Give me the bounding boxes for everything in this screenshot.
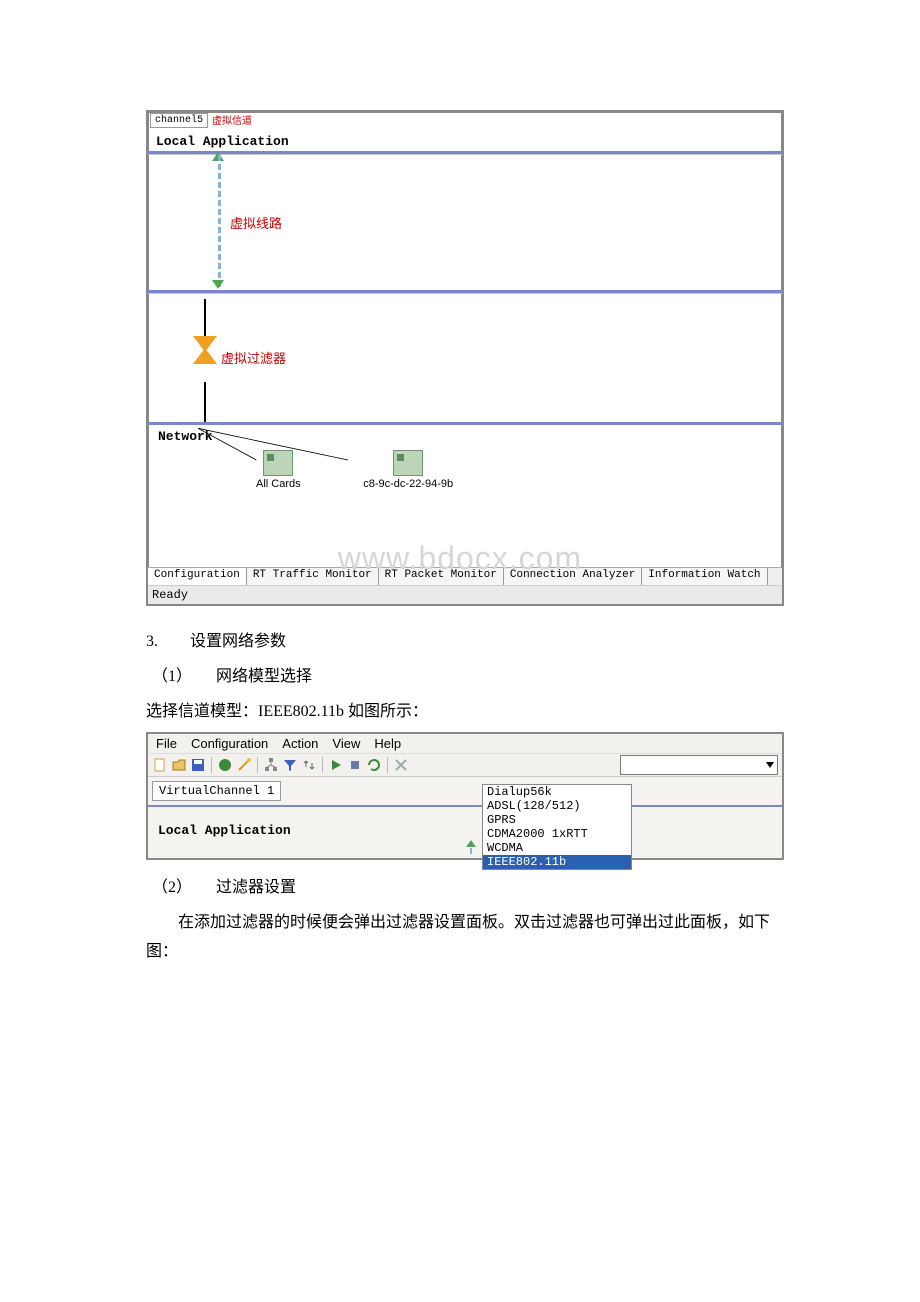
topology-icon[interactable] — [263, 757, 279, 773]
nic-label: c8-9c-dc-22-94-9b — [363, 478, 453, 490]
arrow-stub-icon — [462, 840, 478, 854]
network-heading: Network — [158, 425, 782, 450]
filter-icon[interactable] — [193, 336, 217, 380]
virtual-channel-tab-row: VirtualChannel 1 — [148, 777, 782, 801]
substep-1-heading: （1） 网络模型选择 — [146, 663, 780, 692]
delete-icon[interactable] — [393, 757, 409, 773]
stop-icon[interactable] — [347, 757, 363, 773]
substep-2-heading: （2） 过滤器设置 — [146, 874, 780, 903]
menu-help[interactable]: Help — [374, 736, 401, 751]
save-icon[interactable] — [190, 757, 206, 773]
connector-line — [204, 299, 206, 341]
body-line-1: 选择信道模型：IEEE802.11b 如图所示： — [146, 698, 780, 727]
tab-rt-packet[interactable]: RT Packet Monitor — [379, 568, 504, 585]
option-adsl[interactable]: ADSL(128/512) — [483, 799, 631, 813]
body-line-2: 在添加过滤器的时候便会弹出过滤器设置面板。双击过滤器也可弹出过此面板，如下图： — [146, 909, 780, 967]
globe-icon[interactable] — [217, 757, 233, 773]
wizard-icon[interactable] — [236, 757, 252, 773]
play-icon[interactable] — [328, 757, 344, 773]
local-application-heading: Local Application — [158, 823, 782, 838]
nic-icon — [263, 450, 293, 476]
connector-line — [204, 382, 206, 422]
tab-channel5[interactable]: channel5 — [150, 113, 208, 128]
virtual-line-label: 虚拟线路 — [230, 213, 282, 232]
new-icon[interactable] — [152, 757, 168, 773]
virtual-line-diagram: 虚拟线路 — [148, 154, 782, 290]
local-application-heading: Local Application — [148, 128, 782, 151]
nic-mac[interactable]: c8-9c-dc-22-94-9b — [363, 450, 453, 490]
dashed-link — [218, 155, 221, 287]
menu-configuration[interactable]: Configuration — [191, 736, 268, 751]
tab-rt-traffic[interactable]: RT Traffic Monitor — [247, 568, 379, 585]
menu-view[interactable]: View — [332, 736, 360, 751]
virtual-filter-label: 虚拟过滤器 — [221, 348, 286, 367]
option-gprs[interactable]: GPRS — [483, 813, 631, 827]
tab-connection-analyzer[interactable]: Connection Analyzer — [504, 568, 642, 585]
config-screenshot-2: File Configuration Action View Help — [146, 732, 784, 860]
refresh-icon[interactable] — [366, 757, 382, 773]
step-3-heading: 3. 设置网络参数 — [146, 628, 780, 657]
virtual-channel-annot: 虚拟信道 — [212, 112, 252, 128]
bottom-tabs: Configuration RT Traffic Monitor RT Pack… — [148, 567, 782, 585]
menu-action[interactable]: Action — [282, 736, 318, 751]
chevron-down-icon — [766, 762, 774, 768]
virtual-filter-diagram: 虚拟过滤器 — [148, 293, 782, 422]
nic-label: All Cards — [256, 478, 301, 490]
nic-all-cards[interactable]: All Cards — [256, 450, 301, 490]
menu-bar: File Configuration Action View Help — [148, 734, 782, 753]
arrow-down-icon — [212, 280, 224, 289]
option-ieee80211b[interactable]: IEEE802.11b — [483, 855, 631, 869]
tab-configuration[interactable]: Configuration — [148, 568, 247, 585]
option-dialup56k[interactable]: Dialup56k — [483, 785, 631, 799]
channel-model-dropdown[interactable]: Dialup56k ADSL(128/512) GPRS CDMA2000 1x… — [482, 784, 632, 870]
status-bar: Ready — [148, 585, 782, 604]
toolbar — [148, 753, 782, 777]
channel-tab-row: channel5 虚拟信道 — [148, 112, 782, 128]
nic-icon — [393, 450, 423, 476]
updown-icon[interactable] — [301, 757, 317, 773]
option-cdma2000[interactable]: CDMA2000 1xRTT — [483, 827, 631, 841]
open-icon[interactable] — [171, 757, 187, 773]
filter-icon[interactable] — [282, 757, 298, 773]
tab-virtualchannel-1[interactable]: VirtualChannel 1 — [152, 781, 281, 801]
option-wcdma[interactable]: WCDMA — [483, 841, 631, 855]
config-screenshot-1: channel5 虚拟信道 Local Application 虚拟线路 虚拟过… — [146, 110, 784, 606]
channel-model-combo[interactable] — [620, 755, 778, 775]
menu-file[interactable]: File — [156, 736, 177, 751]
tab-information-watch[interactable]: Information Watch — [642, 568, 767, 585]
